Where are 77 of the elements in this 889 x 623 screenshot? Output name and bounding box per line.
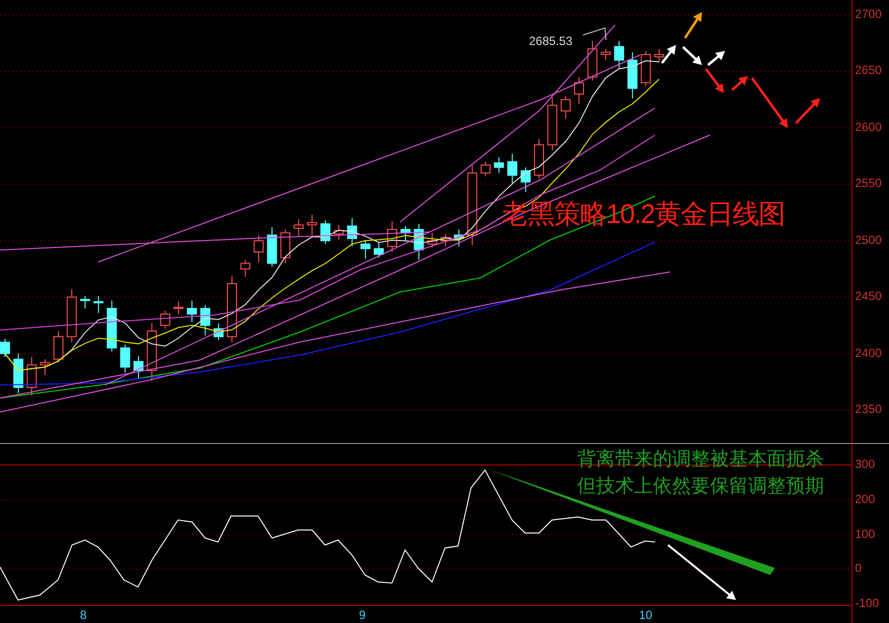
arrow-icon bbox=[795, 98, 820, 124]
candlestick bbox=[93, 296, 104, 314]
candlestick bbox=[494, 156, 504, 174]
candlestick bbox=[307, 214, 318, 236]
candlestick bbox=[400, 226, 410, 242]
candlestick bbox=[547, 96, 558, 151]
candlestick bbox=[414, 223, 424, 260]
annotation-text: 但技术上依然要保留调整预期 bbox=[577, 477, 824, 496]
candlestick bbox=[560, 96, 571, 120]
candlestick bbox=[134, 355, 144, 379]
axis-label: 2550 bbox=[855, 177, 882, 190]
candlestick bbox=[53, 330, 64, 364]
candlestick bbox=[280, 228, 290, 264]
candlestick bbox=[334, 224, 344, 240]
candlestick bbox=[320, 220, 330, 245]
axis-label: 100 bbox=[855, 528, 876, 540]
candlestick bbox=[106, 300, 117, 352]
candlestick bbox=[387, 221, 398, 252]
candlestick bbox=[13, 353, 24, 394]
candlestick bbox=[587, 40, 598, 81]
candlestick bbox=[627, 52, 638, 100]
candlestick bbox=[534, 138, 544, 180]
axis-label: 200 bbox=[855, 492, 876, 505]
leader-line bbox=[582, 27, 606, 40]
candlestick bbox=[40, 358, 50, 376]
axis-label: 10 bbox=[639, 609, 652, 621]
arrow-icon bbox=[750, 77, 788, 128]
candlestick bbox=[640, 50, 651, 87]
axis-label: 300 bbox=[855, 458, 876, 470]
axis-label: -100 bbox=[855, 597, 880, 609]
candlestick bbox=[240, 259, 250, 278]
axis-label: 2600 bbox=[855, 120, 882, 133]
candlestick bbox=[614, 40, 624, 69]
axis-label: 2700 bbox=[855, 8, 882, 20]
axis-label: 9 bbox=[359, 609, 366, 621]
candlestick bbox=[254, 234, 264, 263]
candlestick bbox=[440, 233, 451, 247]
axis-label: 2400 bbox=[855, 346, 882, 359]
candlestick bbox=[454, 228, 464, 247]
candlestick bbox=[294, 218, 304, 237]
candlestick bbox=[374, 242, 384, 258]
candlestick bbox=[654, 48, 664, 63]
candlestick bbox=[226, 275, 237, 343]
arrow-icon bbox=[684, 12, 702, 39]
candlestick bbox=[347, 218, 358, 247]
candlestick bbox=[520, 166, 531, 193]
arrow-icon bbox=[661, 45, 676, 64]
axis-label: 2650 bbox=[855, 64, 882, 76]
candlestick bbox=[186, 300, 197, 322]
candlestick bbox=[214, 322, 224, 341]
axis-label: 0 bbox=[855, 562, 862, 574]
candlestick bbox=[267, 226, 277, 268]
arrow-icon bbox=[682, 46, 702, 65]
axis-label: 2450 bbox=[855, 290, 882, 302]
arrow-icon bbox=[705, 68, 724, 93]
axis-label: 2350 bbox=[855, 403, 882, 415]
candlestick bbox=[174, 301, 184, 315]
candlestick bbox=[360, 240, 370, 260]
candlestick bbox=[146, 322, 157, 382]
candlestick bbox=[26, 356, 37, 396]
candlestick bbox=[200, 304, 210, 336]
candlestick bbox=[480, 161, 491, 177]
candlestick bbox=[120, 344, 130, 374]
candlestick bbox=[160, 310, 170, 330]
arrow-icon bbox=[707, 51, 725, 66]
candlestick bbox=[66, 288, 77, 343]
candlestick bbox=[80, 296, 90, 309]
arrow-icon bbox=[731, 76, 748, 91]
candlestick bbox=[0, 338, 10, 358]
arrow-icon bbox=[667, 544, 736, 600]
candlestick bbox=[427, 232, 438, 248]
candlestick bbox=[507, 153, 518, 184]
axis-label: 2500 bbox=[855, 234, 882, 246]
candlestick bbox=[574, 76, 584, 105]
price-label: 2685.53 bbox=[529, 35, 572, 47]
candlestick bbox=[600, 48, 611, 61]
axis-label: 8 bbox=[80, 609, 87, 621]
